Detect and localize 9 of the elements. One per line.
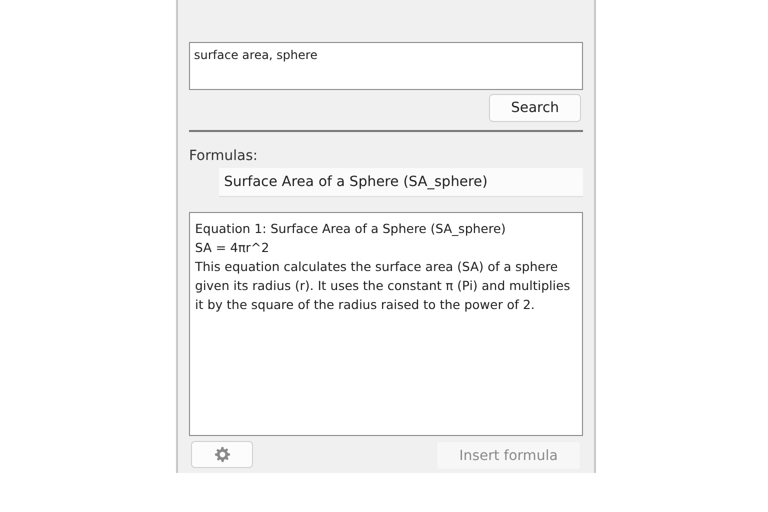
search-button[interactable]: Search <box>489 94 581 122</box>
settings-icon <box>214 447 230 462</box>
equation-description: This equation calculates the surface area (SA) of a sphere given its radius (r). It uses the constant π (Pi) and multiplies it by the square of the radius raised to the power of 2. <box>195 258 572 314</box>
search-field[interactable]: surface area, sphere <box>189 42 583 90</box>
formula-dropdown[interactable]: Surface Area of a Sphere (SA_sphere) <box>219 168 583 197</box>
equation-text: SA = 4πr^2 <box>195 239 270 257</box>
equation-title: Equation 1: Surface Area of a Sphere (SA_sphere) <box>195 220 507 238</box>
formulas-label: Formulas: <box>189 148 259 164</box>
settings-button[interactable] <box>191 441 253 468</box>
